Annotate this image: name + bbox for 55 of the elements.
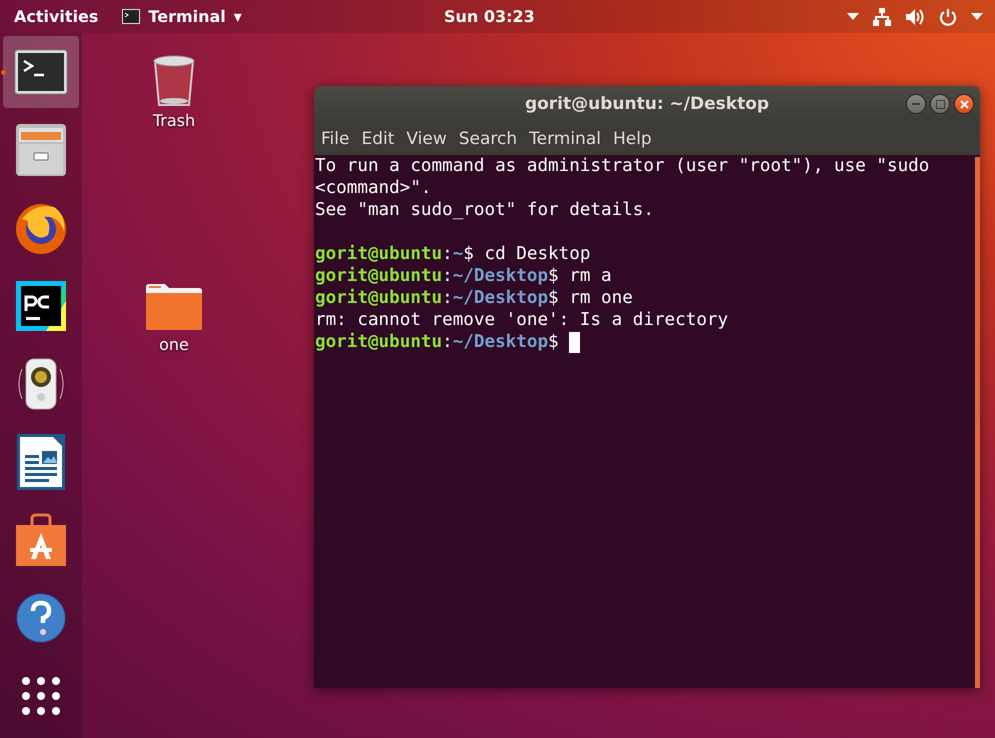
prompt-path: ~	[452, 243, 464, 265]
prompt-path: ~/Desktop	[452, 265, 548, 287]
terminal-icon[interactable]	[14, 49, 68, 95]
prompt-user: gorit@ubuntu	[315, 331, 442, 353]
close-icon	[960, 100, 968, 108]
terminal-command: $ rm one	[548, 287, 633, 309]
document-icon[interactable]	[16, 433, 66, 491]
menu-item[interactable]: View	[402, 128, 451, 148]
prompt-separator: :	[442, 243, 453, 265]
terminal-output: See "man sudo_root" for details.	[315, 199, 654, 221]
caret-icon[interactable]	[971, 12, 983, 20]
prompt-user: gorit@ubuntu	[315, 287, 442, 309]
desktop-icon-label[interactable]: one	[159, 335, 189, 354]
folder-icon[interactable]	[145, 283, 203, 331]
app-menu-label[interactable]: Terminal	[148, 7, 226, 26]
terminal-command: $	[548, 331, 560, 353]
trash-icon[interactable]	[151, 53, 197, 107]
menu-item[interactable]: Terminal	[525, 128, 605, 148]
prompt-path: ~/Desktop	[452, 287, 548, 309]
menu-item[interactable]: Help	[608, 128, 656, 148]
shopping-bag-icon[interactable]	[15, 513, 67, 567]
activities-button[interactable]: Activities	[14, 7, 98, 26]
menu-item[interactable]: Search	[454, 128, 522, 148]
desktop-icon-label[interactable]: Trash	[152, 111, 196, 130]
window-title: gorit@ubuntu: ~/Desktop	[524, 94, 770, 114]
prompt-separator: :	[442, 265, 453, 287]
minimize-button[interactable]	[906, 94, 926, 114]
browser-icon[interactable]	[14, 201, 68, 255]
terminal-output: <command>".	[315, 177, 432, 199]
maximize-icon	[936, 100, 944, 108]
caret-icon[interactable]: ▾	[234, 7, 242, 26]
menu-item[interactable]: Edit	[357, 128, 398, 148]
speaker-icon[interactable]	[16, 357, 66, 411]
terminal-output: To run a command as administrator (user "root"), use "sudo	[315, 155, 930, 177]
caret-icon[interactable]	[847, 12, 859, 20]
prompt-user: gorit@ubuntu	[315, 265, 442, 287]
prompt-separator: :	[442, 331, 453, 353]
code-editor-icon[interactable]	[16, 281, 66, 331]
terminal-command: $ rm a	[548, 265, 612, 287]
close-button[interactable]	[954, 94, 974, 114]
help-icon[interactable]	[16, 593, 66, 643]
network-icon[interactable]	[873, 8, 891, 26]
power-icon[interactable]	[939, 8, 957, 26]
minimize-icon	[912, 103, 920, 105]
clock[interactable]: Sun 03:23	[242, 7, 737, 26]
prompt-user: gorit@ubuntu	[315, 243, 442, 265]
grid-icon[interactable]	[22, 677, 60, 715]
maximize-button[interactable]	[930, 94, 950, 114]
terminal-command: $ cd Desktop	[463, 243, 590, 265]
menu-item[interactable]: File	[317, 128, 354, 148]
file-cabinet-icon[interactable]	[15, 123, 67, 177]
prompt-path: ~/Desktop	[452, 331, 548, 353]
volume-icon[interactable]	[905, 8, 925, 26]
terminal-output: rm: cannot remove 'one': Is a directory	[315, 309, 728, 331]
prompt-separator: :	[442, 287, 453, 309]
